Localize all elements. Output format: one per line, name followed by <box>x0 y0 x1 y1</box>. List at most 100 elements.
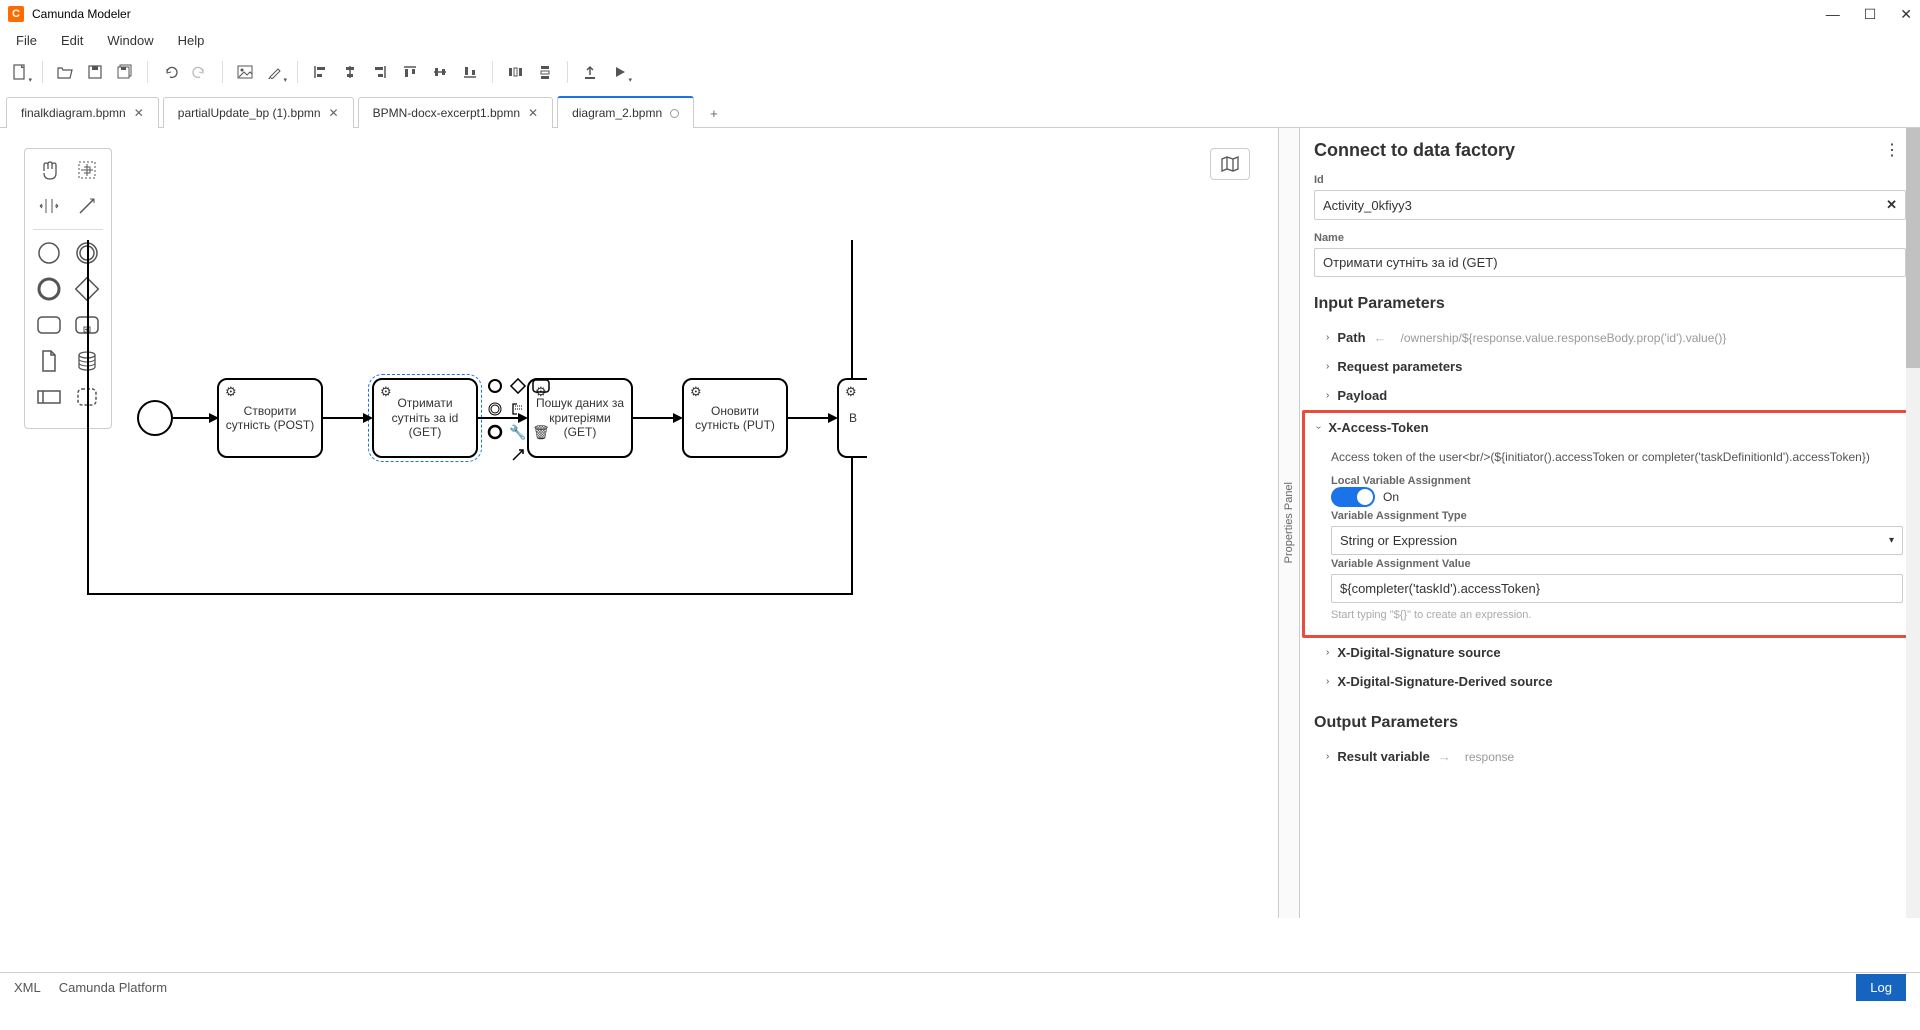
pad-intermediate-event-icon[interactable] <box>485 399 505 419</box>
pad-start-event-icon[interactable] <box>485 376 505 396</box>
service-task-icon: ⚙ <box>225 384 237 400</box>
menu-file[interactable]: File <box>6 31 47 50</box>
x-digsig-row[interactable]: › X-Digital-Signature source <box>1314 638 1906 667</box>
connect-tool-icon[interactable] <box>74 193 100 219</box>
align-top-button[interactable] <box>396 58 424 86</box>
undo-button[interactable] <box>156 58 184 86</box>
payload-label: Payload <box>1337 388 1387 403</box>
task-label: В <box>849 411 857 425</box>
minimize-icon[interactable]: — <box>1826 6 1840 22</box>
pad-end-event-icon[interactable] <box>485 422 505 442</box>
task-cut[interactable]: ⚙ В <box>837 378 867 458</box>
redo-button[interactable] <box>186 58 214 86</box>
name-input[interactable]: Отримати сутніть за id (GET) <box>1314 248 1906 277</box>
x-access-token-label: X-Access-Token <box>1328 420 1428 435</box>
pad-gateway-icon[interactable] <box>508 376 528 396</box>
var-type-select[interactable]: String or Expression ▾ <box>1331 526 1903 555</box>
new-file-button[interactable]: ▾ <box>6 58 34 86</box>
id-value: Activity_0kfiyy3 <box>1323 198 1412 213</box>
x-digsig-derived-label: X-Digital-Signature-Derived source <box>1337 674 1552 689</box>
color-button[interactable]: ▾ <box>261 58 289 86</box>
run-button[interactable]: ▾ <box>606 58 634 86</box>
sequence-flow[interactable] <box>633 417 675 419</box>
close-icon[interactable]: ✕ <box>134 106 144 120</box>
distribute-h-button[interactable] <box>501 58 529 86</box>
scrollbar-track[interactable] <box>1906 128 1920 918</box>
pad-delete-icon[interactable]: 🗑 <box>531 422 551 442</box>
task-get-by-id[interactable]: ⚙ Отримати сутніть за id (GET) <box>372 378 478 458</box>
space-tool-icon[interactable] <box>36 193 62 219</box>
platform-button[interactable]: Camunda Platform <box>59 980 167 995</box>
data-object-icon[interactable] <box>36 348 62 374</box>
canvas[interactable]: ⚙ Створити сутність (POST) ⚙ Отримати су… <box>0 128 1278 918</box>
task-update[interactable]: ⚙ Оновити сутність (PUT) <box>682 378 788 458</box>
open-button[interactable] <box>51 58 79 86</box>
path-label: Path <box>1337 330 1365 345</box>
result-var-value: response <box>1465 750 1514 764</box>
x-digsig-derived-row[interactable]: › X-Digital-Signature-Derived source <box>1314 667 1906 696</box>
close-icon[interactable]: ✕ <box>329 106 339 120</box>
save-all-button[interactable] <box>111 58 139 86</box>
log-button[interactable]: Log <box>1856 974 1906 1001</box>
tab-0[interactable]: finalkdiagram.bpmn ✕ <box>6 97 159 128</box>
align-left-button[interactable] <box>306 58 334 86</box>
end-event-icon[interactable] <box>36 276 62 302</box>
align-right-button[interactable] <box>366 58 394 86</box>
start-event[interactable] <box>137 400 173 436</box>
local-var-label: Local Variable Assignment <box>1317 475 1471 487</box>
pad-task-icon[interactable] <box>531 376 551 396</box>
menu-window[interactable]: Window <box>97 31 163 50</box>
align-bottom-button[interactable] <box>456 58 484 86</box>
menu-help[interactable]: Help <box>168 31 215 50</box>
scrollbar-thumb[interactable] <box>1906 128 1920 368</box>
pad-connect-icon[interactable] <box>508 445 528 465</box>
chevron-right-icon: › <box>1326 390 1329 401</box>
arrow-head-icon <box>673 413 683 423</box>
window-controls: — ☐ ✕ <box>1826 6 1912 23</box>
sequence-flow[interactable] <box>323 417 365 419</box>
image-button[interactable] <box>231 58 259 86</box>
pad-wrench-icon[interactable]: 🔧 <box>508 422 528 442</box>
request-params-label: Request parameters <box>1337 359 1462 374</box>
menu-bar: File Edit Window Help <box>0 28 1920 52</box>
close-icon[interactable]: ✕ <box>1900 6 1912 23</box>
menu-edit[interactable]: Edit <box>51 31 93 50</box>
local-var-toggle[interactable] <box>1331 487 1375 507</box>
more-options-icon[interactable]: ⋮ <box>1878 138 1906 162</box>
request-params-row[interactable]: › Request parameters <box>1314 352 1906 381</box>
task-create[interactable]: ⚙ Створити сутність (POST) <box>217 378 323 458</box>
var-value-input[interactable]: ${completer('taskId').accessToken} <box>1331 574 1903 603</box>
save-button[interactable] <box>81 58 109 86</box>
properties-panel-toggle[interactable]: Properties Panel <box>1278 128 1300 918</box>
maximize-icon[interactable]: ☐ <box>1864 6 1877 23</box>
start-event-icon[interactable] <box>36 240 62 266</box>
hand-tool-icon[interactable] <box>36 157 62 183</box>
toolbar: ▾ ▾ ▾ <box>0 52 1920 92</box>
pool-icon[interactable] <box>36 384 62 410</box>
minimap-button[interactable] <box>1210 148 1250 180</box>
path-row[interactable]: › Path ← /ownership/${response.value.res… <box>1314 323 1906 352</box>
id-input[interactable]: Activity_0kfiyy3 ✕ <box>1314 190 1906 220</box>
result-var-row[interactable]: › Result variable → response <box>1314 742 1906 771</box>
tab-2[interactable]: BPMN-docx-excerpt1.bpmn ✕ <box>358 97 553 128</box>
tab-label: partialUpdate_bp (1).bpmn <box>178 106 321 120</box>
tab-3[interactable]: diagram_2.bpmn <box>557 96 694 128</box>
deploy-button[interactable] <box>576 58 604 86</box>
align-center-h-button[interactable] <box>336 58 364 86</box>
lasso-tool-icon[interactable] <box>74 157 100 183</box>
payload-row[interactable]: › Payload <box>1314 381 1906 410</box>
x-access-token-row[interactable]: › X-Access-Token <box>1317 413 1903 442</box>
close-icon[interactable]: ✕ <box>528 106 538 120</box>
task-icon[interactable] <box>36 312 62 338</box>
distribute-v-button[interactable] <box>531 58 559 86</box>
pad-annotation-icon[interactable] <box>508 399 528 419</box>
sequence-flow[interactable] <box>788 417 830 419</box>
sequence-flow[interactable] <box>173 417 211 419</box>
task-label: Створити сутність (POST) <box>223 404 317 433</box>
xml-button[interactable]: XML <box>14 980 41 995</box>
tab-1[interactable]: partialUpdate_bp (1).bpmn ✕ <box>163 97 354 128</box>
align-center-v-button[interactable] <box>426 58 454 86</box>
add-tab-button[interactable]: + <box>698 100 730 127</box>
clear-icon[interactable]: ✕ <box>1886 197 1897 213</box>
title-bar: C Camunda Modeler — ☐ ✕ <box>0 0 1920 28</box>
